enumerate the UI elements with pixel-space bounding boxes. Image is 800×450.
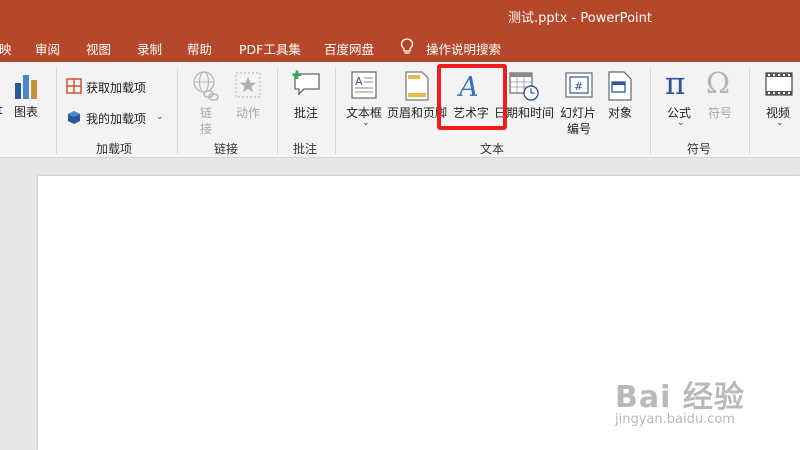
ribbon: t 图表 获取加载项 我的加载项 ⌄ 加载项 链 接 动作 链接 批注 批注 A… bbox=[0, 62, 800, 158]
chart-icon bbox=[15, 75, 37, 99]
link-label-line2: 接 bbox=[200, 122, 213, 136]
partial-item: t bbox=[0, 103, 3, 117]
group-label-text: 文本 bbox=[480, 142, 505, 156]
omega-icon: Ω bbox=[706, 66, 731, 100]
tab-help[interactable]: 帮助 bbox=[187, 39, 212, 58]
divider bbox=[650, 68, 651, 154]
chevron-down-icon: ⌄ bbox=[677, 118, 685, 128]
get-addins-label: 获取加载项 bbox=[86, 81, 147, 95]
divider bbox=[335, 68, 336, 154]
divider bbox=[56, 68, 57, 154]
star-icon bbox=[235, 72, 261, 98]
tab-slideshow[interactable]: 映 bbox=[0, 39, 12, 58]
group-label-symbols: 符号 bbox=[687, 142, 712, 156]
divider bbox=[177, 68, 178, 154]
action-label: 动作 bbox=[236, 106, 261, 120]
chevron-down-icon: ⌄ bbox=[156, 112, 164, 122]
object-label: 对象 bbox=[608, 106, 633, 120]
svg-text:#: # bbox=[574, 80, 583, 93]
svg-text:A: A bbox=[355, 75, 363, 88]
menu-tabs: 映 审阅 视图 录制 帮助 PDF工具集 百度网盘 操作说明搜索 bbox=[0, 30, 800, 62]
calendar-clock-icon bbox=[509, 72, 539, 101]
divider bbox=[277, 68, 278, 154]
object-icon bbox=[608, 71, 632, 101]
chevron-down-icon: ⌄ bbox=[362, 118, 370, 128]
baidu-jingyan-watermark: Bai 经验 jingyan.baidu.com bbox=[615, 372, 745, 427]
tell-me-search[interactable]: 操作说明搜索 bbox=[426, 39, 501, 58]
window-title: 测试.pptx - PowerPoint bbox=[508, 11, 652, 26]
textbox-icon: A bbox=[351, 71, 377, 99]
lightbulb-icon bbox=[400, 38, 414, 54]
chart-label: 图表 bbox=[14, 105, 39, 119]
chevron-down-icon: ⌄ bbox=[776, 118, 784, 128]
store-icon bbox=[66, 78, 82, 94]
slide-number-label-line1: 幻灯片 bbox=[560, 106, 597, 120]
tab-baidu-netdisk[interactable]: 百度网盘 bbox=[324, 39, 374, 58]
slide-number-label-line2: 编号 bbox=[567, 122, 592, 136]
film-icon bbox=[765, 72, 793, 96]
title-bar: 测试.pptx - PowerPoint bbox=[0, 0, 800, 30]
link-label-line1: 链 bbox=[200, 106, 213, 120]
slide-number-icon: # bbox=[565, 72, 593, 98]
header-footer-icon bbox=[405, 71, 429, 101]
watermark-logo-text: Bai 经验 bbox=[615, 380, 745, 415]
group-label-links: 链接 bbox=[214, 142, 239, 156]
wordart-highlight-box bbox=[437, 64, 507, 130]
group-label-comments: 批注 bbox=[293, 142, 318, 156]
comment-label: 批注 bbox=[294, 106, 319, 120]
tab-pdf-tools[interactable]: PDF工具集 bbox=[239, 39, 301, 58]
comment-icon bbox=[292, 70, 320, 96]
cube-icon bbox=[68, 111, 80, 124]
tab-view[interactable]: 视图 bbox=[86, 39, 111, 58]
group-label-addins: 加载项 bbox=[96, 142, 133, 156]
tab-review[interactable]: 审阅 bbox=[35, 39, 60, 58]
pi-icon: π bbox=[665, 66, 686, 102]
globe-link-icon bbox=[193, 71, 219, 101]
symbol-label: 符号 bbox=[708, 106, 733, 120]
my-addins-label: 我的加载项 bbox=[86, 112, 147, 126]
tab-record[interactable]: 录制 bbox=[137, 39, 162, 58]
divider bbox=[749, 68, 750, 154]
watermark-url: jingyan.baidu.com bbox=[615, 412, 735, 427]
